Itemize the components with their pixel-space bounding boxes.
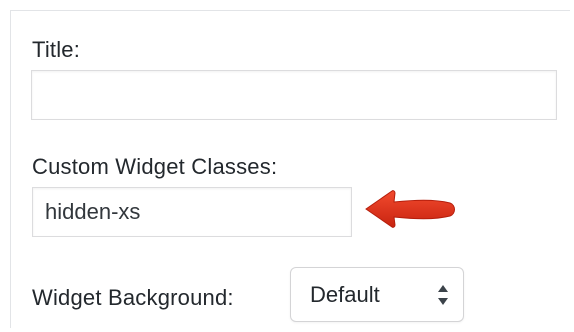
widget-background-label: Widget Background:: [32, 285, 234, 310]
custom-widget-classes-input[interactable]: [32, 187, 352, 237]
title-label: Title:: [32, 37, 81, 62]
updown-chevron-icon: [438, 285, 448, 305]
title-input[interactable]: [31, 70, 557, 120]
custom-widget-classes-label: Custom Widget Classes:: [32, 154, 278, 179]
red-arrow-left-icon: [365, 190, 455, 228]
widget-background-selected-value: Default: [310, 282, 380, 307]
widget-background-select[interactable]: Default: [290, 267, 464, 322]
